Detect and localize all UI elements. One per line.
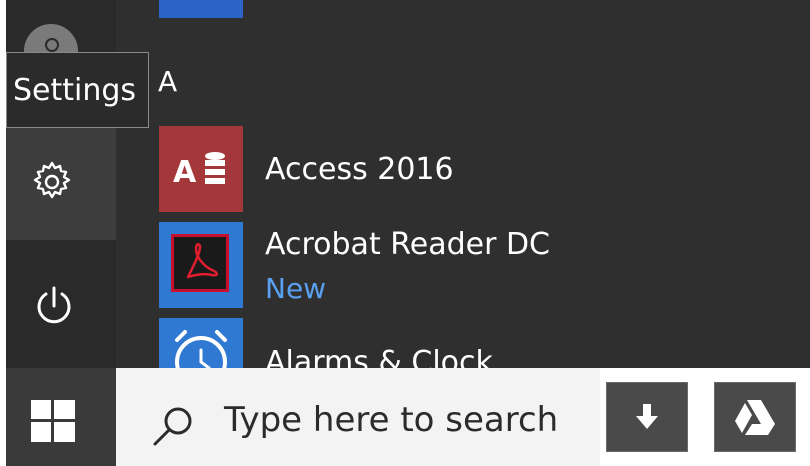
search-placeholder: Type here to search [224,400,559,440]
google-drive-icon [735,400,775,435]
alarm-clock-icon [175,330,227,368]
windows-logo-icon [31,400,75,442]
acrobat-app-icon [159,222,243,308]
app-item-access[interactable]: A Access 2016 [159,126,799,212]
start-menu: Settings A A Access 2016 Acrobat Reader … [6,0,810,368]
acrobat-swirl-shape [186,243,218,279]
search-input[interactable]: Type here to search [116,368,600,466]
access-logo-icon: A [173,152,225,190]
app-item-acrobat-reader[interactable]: Acrobat Reader DC New [159,222,799,308]
download-arrow-icon [636,404,658,429]
app-name: Access 2016 [265,152,454,187]
app-name: Acrobat Reader DC [265,227,550,262]
settings-tooltip: Settings [6,52,149,128]
access-logo-letter: A [173,155,197,190]
app-item-alarms-clock[interactable]: Alarms & Clock [159,318,799,368]
screen: Settings A A Access 2016 Acrobat Reader … [0,0,810,466]
access-app-icon: A [159,126,243,212]
gear-icon [33,161,71,199]
google-drive-button[interactable] [714,382,796,452]
search-icon [153,407,192,446]
power-icon [37,286,71,324]
app-list: A A Access 2016 Acrobat Reader DC New Al… [116,0,810,368]
power-button[interactable] [6,258,116,354]
alarms-app-icon [159,318,243,368]
user-head-shape [45,38,59,52]
app-name: Alarms & Clock [265,345,493,368]
start-left-rail: Settings [6,0,149,368]
start-button[interactable] [6,368,116,466]
acrobat-logo-icon [171,234,229,292]
settings-button[interactable] [6,128,116,240]
new-badge: New [265,272,327,305]
app-tile-partial[interactable] [159,0,243,18]
downloads-button[interactable] [606,382,688,452]
taskbar: Type here to search [6,368,810,466]
section-header-a[interactable]: A [158,62,177,102]
